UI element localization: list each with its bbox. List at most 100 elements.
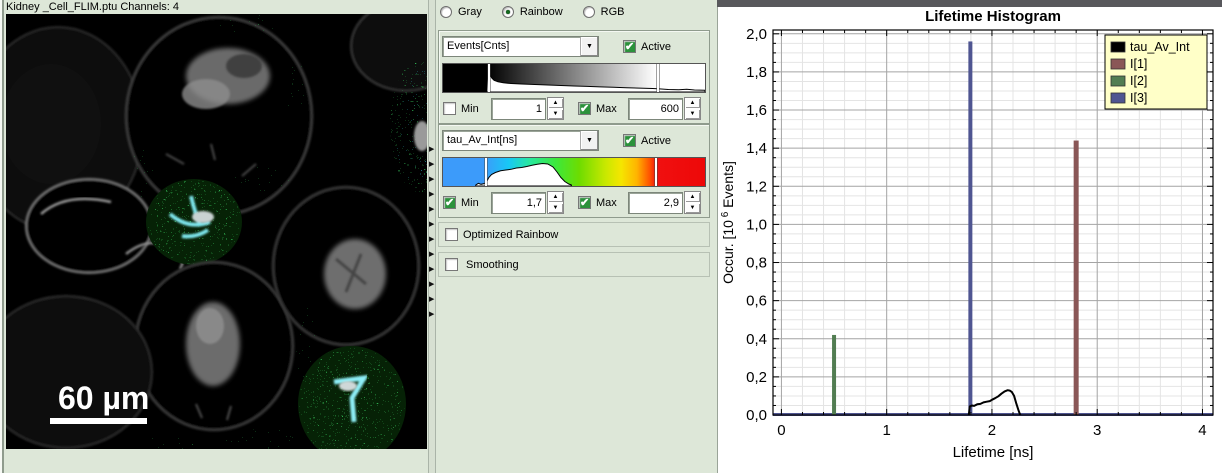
lifetime-histogram-curve: [443, 158, 705, 186]
image-title: Kidney _Cell_FLIM.ptu Channels: 4: [2, 0, 428, 14]
svg-text:0,4: 0,4: [746, 331, 767, 348]
svg-text:1,0: 1,0: [746, 216, 767, 233]
intensity-max-checkbox[interactable]: [578, 102, 591, 115]
chart-legend: tau_Av_Int I[1] I[2] I[3]: [1105, 35, 1207, 109]
lifetime-max-checkbox[interactable]: [578, 196, 591, 209]
optimized-rainbow-row: Optimized Rainbow: [438, 222, 710, 247]
chart-top-strip: [717, 0, 1222, 7]
panel-splitter[interactable]: ▶ ▶ ▶ ▶ ▶ ▶ ▶ ▶ ▶ ▶ ▶ ▶: [428, 0, 436, 473]
splitter-arrow-icon[interactable]: ▶: [429, 251, 434, 258]
scale-bar: [50, 418, 147, 424]
svg-text:0,2: 0,2: [746, 369, 767, 386]
intensity-histogram[interactable]: [442, 63, 706, 93]
intensity-max-input[interactable]: [628, 98, 683, 120]
lifetime-channel-value: tau_Av_Int[ns]: [443, 131, 580, 150]
splitter-arrow-icon[interactable]: ▶: [429, 161, 434, 168]
chart-x-axis-label: Lifetime [ns]: [953, 444, 1034, 461]
svg-text:2: 2: [988, 422, 996, 439]
splitter-arrow-icon[interactable]: ▶: [429, 191, 434, 198]
svg-text:0,0: 0,0: [746, 407, 767, 424]
splitter-arrow-icon[interactable]: ▶: [429, 221, 434, 228]
svg-text:I[3]: I[3]: [1130, 91, 1147, 105]
svg-text:0: 0: [777, 422, 785, 439]
image-viewer-panel: Kidney _Cell_FLIM.ptu Channels: 4: [0, 0, 428, 473]
lifetime-max-label: Max: [596, 197, 628, 209]
lifetime-max-marker[interactable]: [655, 158, 657, 186]
lifetime-min-label: Min: [461, 197, 491, 209]
intensity-active-checkbox[interactable]: [623, 40, 636, 53]
svg-text:2,0: 2,0: [746, 26, 767, 43]
svg-text:I[1]: I[1]: [1130, 57, 1147, 71]
svg-text:4: 4: [1198, 422, 1206, 439]
lifetime-group: tau_Av_Int[ns] ▼ Active Min ▲ ▼: [438, 124, 710, 218]
splitter-arrow-icon[interactable]: ▶: [429, 281, 434, 288]
intensity-min-label: Min: [461, 103, 491, 115]
rgb-radio-label: RGB: [601, 6, 625, 18]
intensity-active-label: Active: [641, 41, 671, 53]
rainbow-radio[interactable]: [502, 6, 514, 18]
splitter-arrow-icon[interactable]: ▶: [429, 206, 434, 213]
smoothing-row: Smoothing: [438, 252, 710, 277]
smoothing-label: Smoothing: [466, 259, 519, 271]
svg-text:1,6: 1,6: [746, 102, 767, 119]
splitter-arrow-icon[interactable]: ▶: [429, 176, 434, 183]
rainbow-radio-label: Rainbow: [520, 6, 563, 18]
lifetime-histogram-chart[interactable]: 0 1 2 3 4 0,0 0,2 0,4 0,6 0,8 1,0 1,2 1,4 1,6 1,8 2,0 Li…: [717, 7, 1222, 473]
intensity-max-marker[interactable]: [657, 64, 659, 92]
splitter-arrow-icon[interactable]: ▶: [429, 146, 434, 153]
lifetime-histogram-panel: 0 1 2 3 4 0,0 0,2 0,4 0,6 0,8 1,0 1,2 1,4 1,6 1,8 2,0 Li…: [712, 0, 1222, 473]
gray-radio[interactable]: [440, 6, 452, 18]
lifetime-channel-dropdown[interactable]: tau_Av_Int[ns] ▼: [442, 130, 599, 151]
display-controls-panel: Gray Rainbow RGB Events[Cnts] ▼ Active: [436, 0, 712, 473]
lifetime-max-spinner: ▲ ▼: [684, 191, 701, 214]
lifetime-min-input[interactable]: [491, 192, 546, 214]
svg-text:tau_Av_Int: tau_Av_Int: [1130, 40, 1190, 54]
intensity-channel-dropdown[interactable]: Events[Cnts] ▼: [442, 36, 599, 57]
intensity-max-down-icon[interactable]: ▼: [685, 109, 700, 119]
lifetime-min-marker[interactable]: [485, 158, 487, 186]
lifetime-min-checkbox[interactable]: [443, 196, 456, 209]
lifetime-histogram[interactable]: [442, 157, 706, 187]
svg-text:1: 1: [883, 422, 891, 439]
intensity-min-checkbox[interactable]: [443, 102, 456, 115]
color-mode-radio-group: Gray Rainbow RGB: [440, 6, 639, 18]
scale-bar-label: 60 µm: [58, 380, 149, 416]
lifetime-max-down-icon[interactable]: ▼: [685, 203, 700, 213]
lifetime-max-input[interactable]: [628, 192, 683, 214]
splitter-arrow-icon[interactable]: ▶: [429, 296, 434, 303]
svg-text:3: 3: [1093, 422, 1101, 439]
intensity-group: Events[Cnts] ▼ Active Min ▲ ▼: [438, 30, 710, 124]
svg-text:0,8: 0,8: [746, 255, 767, 272]
svg-text:1,4: 1,4: [746, 140, 767, 157]
lifetime-min-down-icon[interactable]: ▼: [548, 203, 563, 213]
intensity-min-marker[interactable]: [488, 64, 490, 92]
splitter-arrow-icon[interactable]: ▶: [429, 236, 434, 243]
intensity-max-up-icon[interactable]: ▲: [685, 98, 700, 108]
smoothing-checkbox[interactable]: [445, 258, 458, 271]
rgb-radio[interactable]: [583, 6, 595, 18]
svg-text:1,8: 1,8: [746, 64, 767, 81]
chart-title: Lifetime Histogram: [925, 8, 1061, 25]
splitter-arrow-icon[interactable]: ▶: [429, 311, 434, 318]
intensity-min-down-icon[interactable]: ▼: [548, 109, 563, 119]
intensity-min-up-icon[interactable]: ▲: [548, 98, 563, 108]
svg-text:I[2]: I[2]: [1130, 74, 1147, 88]
lifetime-active-checkbox[interactable]: [623, 134, 636, 147]
svg-text:0,6: 0,6: [746, 293, 767, 310]
intensity-channel-value: Events[Cnts]: [443, 37, 580, 56]
intensity-min-spinner: ▲ ▼: [547, 97, 564, 120]
lifetime-max-up-icon[interactable]: ▲: [685, 192, 700, 202]
intensity-max-spinner: ▲ ▼: [684, 97, 701, 120]
optimized-rainbow-checkbox[interactable]: [445, 228, 458, 241]
flim-image-canvas[interactable]: 60 µm: [6, 14, 427, 449]
chart-y-axis-label: Occur. [10 6 Events]: [720, 161, 736, 284]
lifetime-min-up-icon[interactable]: ▲: [548, 192, 563, 202]
svg-text:1,2: 1,2: [746, 178, 767, 195]
splitter-arrow-icon[interactable]: ▶: [429, 266, 434, 273]
lifetime-min-spinner: ▲ ▼: [547, 191, 564, 214]
lifetime-dropdown-arrow-icon[interactable]: ▼: [580, 131, 598, 150]
intensity-dropdown-arrow-icon[interactable]: ▼: [580, 37, 598, 56]
flim-tissue-image: 60 µm: [6, 14, 427, 449]
intensity-min-input[interactable]: [491, 98, 546, 120]
intensity-histogram-curve: [443, 64, 705, 92]
